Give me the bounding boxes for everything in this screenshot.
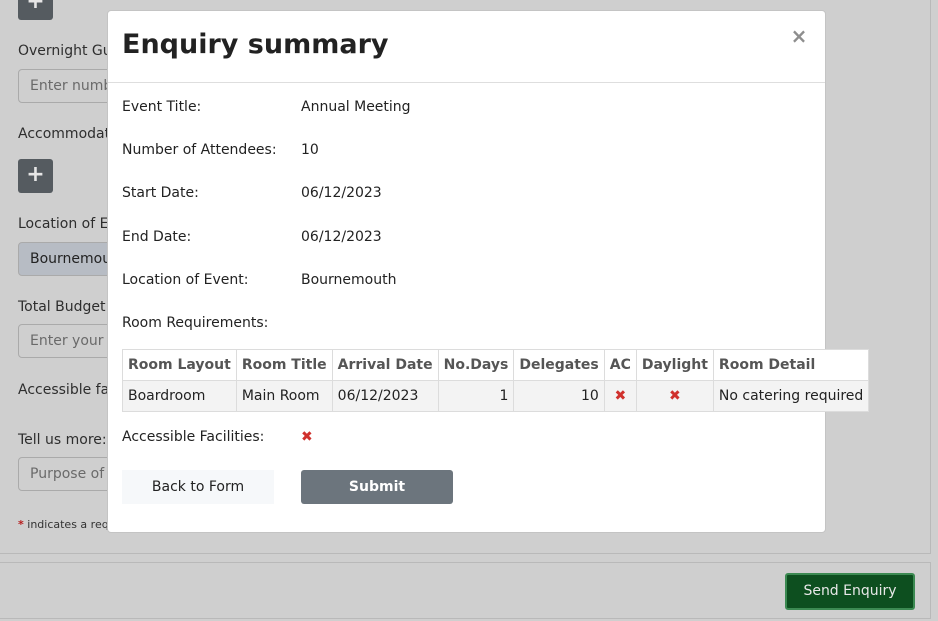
column-header: Room Detail (712, 349, 870, 381)
attendees-label: Number of Attendees: (122, 142, 277, 158)
end-date-label: End Date: (122, 229, 192, 245)
event-title-label: Event Title: (122, 99, 202, 115)
rooms-table: Room Layout Room Title Arrival Date No.D… (122, 349, 870, 412)
cross-icon: ✖ (614, 388, 627, 404)
enquiry-summary-modal: Enquiry summary × Event Title: Annual Me… (107, 10, 870, 533)
table-header-row: Room Layout Room Title Arrival Date No.D… (122, 349, 870, 381)
required-note-text: indicates a req (27, 518, 109, 531)
attendees-value: 10 (301, 142, 319, 158)
budget-label: Total Budget: (18, 299, 111, 315)
back-to-form-button[interactable]: Back to Form (122, 470, 274, 504)
location-of-event-value: Bournemouth (301, 272, 397, 288)
required-note: * indicates a req (18, 518, 109, 531)
accessible-facilities-label: Accessible fa (18, 382, 110, 398)
location-of-event-label: Location of Event: (122, 272, 249, 288)
column-header: Room Layout (122, 349, 237, 381)
table-cell: Main Room (235, 380, 333, 412)
table-row: Boardroom Main Room 06/12/2023 1 10 ✖ ✖ … (122, 380, 870, 412)
start-date-value: 06/12/2023 (301, 185, 382, 201)
tell-us-more-label: Tell us more: ( (18, 432, 117, 448)
table-cell: No catering required (712, 380, 870, 412)
column-header: AC (603, 349, 637, 381)
submit-button[interactable]: Submit (301, 470, 453, 504)
modal-header: Enquiry summary × (108, 11, 825, 83)
close-icon[interactable]: × (789, 25, 809, 47)
send-enquiry-button[interactable]: Send Enquiry (785, 573, 915, 610)
plus-icon: + (26, 0, 45, 14)
cross-icon: ✖ (669, 388, 681, 404)
add-accommodation-button[interactable]: + (18, 159, 53, 193)
accessible-facilities-summary-label: Accessible Facilities: (122, 429, 265, 445)
column-header: Daylight (635, 349, 714, 381)
room-requirements-label: Room Requirements: (122, 315, 269, 331)
cross-icon: ✖ (301, 429, 313, 445)
table-cell: Boardroom (122, 380, 237, 412)
table-cell: 1 (437, 380, 515, 412)
add-button-top[interactable]: + (18, 0, 53, 20)
table-cell: 10 (513, 380, 605, 412)
modal-title: Enquiry summary (122, 29, 389, 60)
column-header: Delegates (513, 349, 605, 381)
column-header: Arrival Date (331, 349, 439, 381)
column-header: No.Days (437, 349, 515, 381)
event-title-value: Annual Meeting (301, 99, 411, 115)
plus-icon: + (26, 162, 45, 187)
start-date-label: Start Date: (122, 185, 199, 201)
table-cell: ✖ (635, 380, 714, 412)
accommodation-label: Accommodat (18, 126, 111, 142)
end-date-value: 06/12/2023 (301, 229, 382, 245)
table-cell: ✖ (603, 380, 637, 412)
overnight-guests-label: Overnight Gu (18, 43, 112, 59)
required-star: * (18, 518, 24, 531)
table-cell: 06/12/2023 (331, 380, 439, 412)
location-label: Location of E (18, 216, 109, 232)
column-header: Room Title (235, 349, 333, 381)
